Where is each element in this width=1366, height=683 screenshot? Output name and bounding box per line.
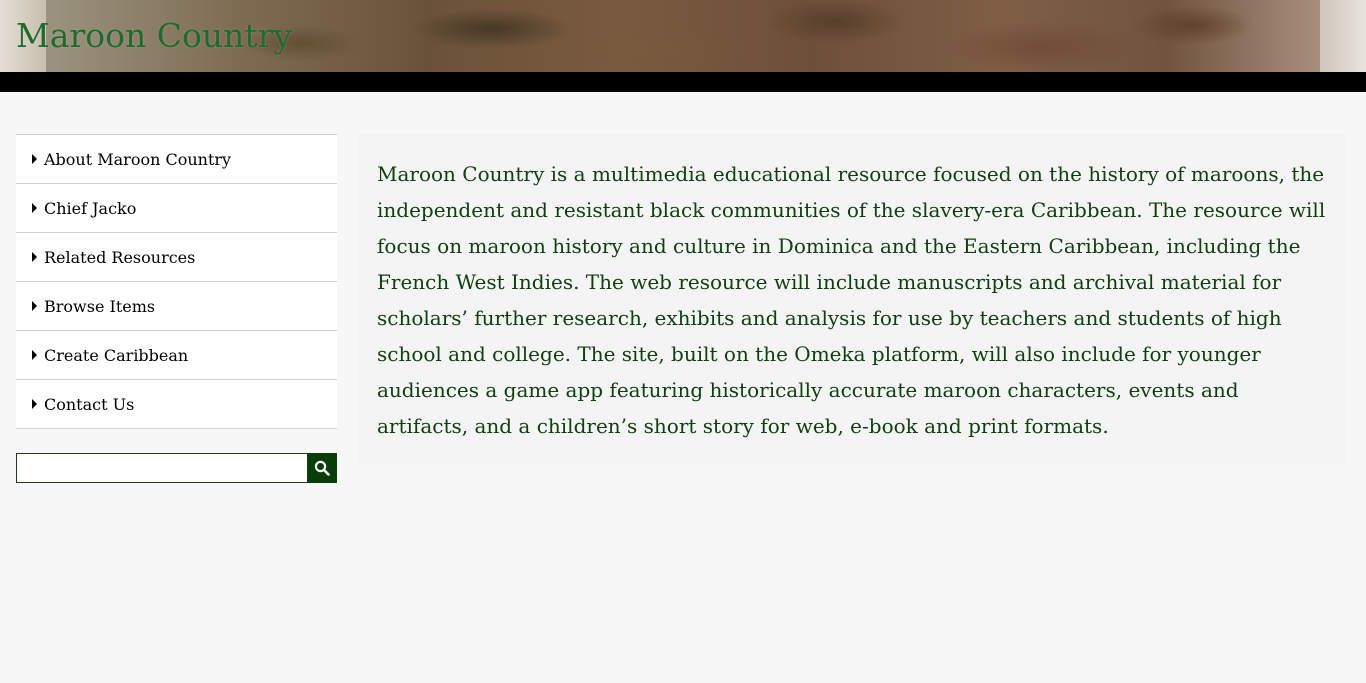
search-icon: [314, 460, 330, 476]
nav-list: About Maroon Country Chief Jacko Related…: [16, 134, 337, 429]
sidebar-item-chief-jacko[interactable]: Chief Jacko: [16, 184, 337, 233]
sidebar-item-related-resources[interactable]: Related Resources: [16, 233, 337, 282]
banner-edge-right: [1320, 0, 1366, 72]
search-form: [16, 453, 337, 483]
sidebar-item-label: Chief Jacko: [44, 198, 137, 218]
search-button[interactable]: [307, 453, 337, 483]
caret-right-icon: [32, 154, 37, 164]
sidebar-item-label: Related Resources: [44, 247, 196, 267]
sidebar-item-browse-items[interactable]: Browse Items: [16, 282, 337, 331]
intro-paragraph: Maroon Country is a multimedia education…: [377, 162, 1326, 438]
header-banner: Maroon Country: [0, 0, 1366, 72]
sidebar-item-label: Create Caribbean: [44, 345, 189, 365]
header-bar: [0, 72, 1366, 92]
sidebar-item-create-caribbean[interactable]: Create Caribbean: [16, 331, 337, 380]
main-content: Maroon Country is a multimedia education…: [357, 134, 1346, 464]
caret-right-icon: [32, 252, 37, 262]
search-input[interactable]: [16, 453, 307, 483]
caret-right-icon: [32, 301, 37, 311]
caret-right-icon: [32, 203, 37, 213]
caret-right-icon: [32, 399, 37, 409]
sidebar-item-about-maroon-country[interactable]: About Maroon Country: [16, 135, 337, 184]
sidebar-item-contact-us[interactable]: Contact Us: [16, 380, 337, 429]
sidebar-item-label: Browse Items: [44, 296, 156, 316]
sidebar-nav: About Maroon Country Chief Jacko Related…: [16, 134, 337, 429]
sidebar-item-label: Contact Us: [44, 394, 135, 414]
site-title[interactable]: Maroon Country: [16, 14, 292, 58]
sidebar-item-label: About Maroon Country: [44, 149, 232, 169]
caret-right-icon: [32, 350, 37, 360]
